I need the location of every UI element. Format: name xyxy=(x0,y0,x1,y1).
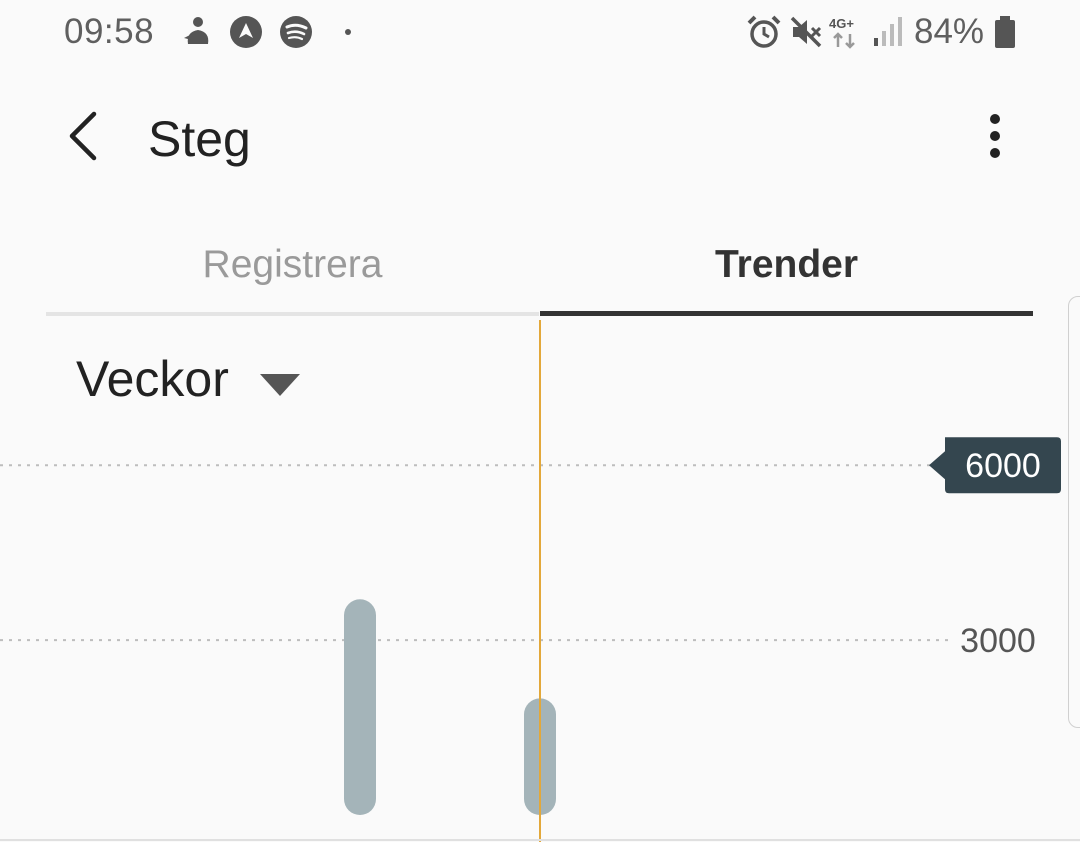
alarm-icon xyxy=(747,15,781,48)
navigation-app-icon xyxy=(230,16,262,48)
signal-icon xyxy=(874,17,902,46)
more-vert-icon xyxy=(990,114,1000,124)
bar-0[interactable] xyxy=(344,599,376,815)
battery-icon xyxy=(995,16,1015,48)
notification-app-icon xyxy=(184,17,209,44)
period-value: Veckor xyxy=(76,351,229,407)
tab-registrera[interactable]: Registrera xyxy=(46,220,539,316)
app-bar: Steg xyxy=(0,80,1080,200)
bar-group xyxy=(344,599,556,815)
goal-label: 6000 xyxy=(965,447,1041,485)
bottom-divider xyxy=(0,839,1080,841)
tab-trender[interactable]: Trender xyxy=(540,220,1033,316)
back-arrow-icon xyxy=(69,111,97,161)
dot-icon xyxy=(345,29,351,35)
status-bar: 09:58 4G+ 84% xyxy=(0,0,1080,70)
side-panel-edge[interactable] xyxy=(1068,296,1080,728)
more-options-button[interactable] xyxy=(970,108,1020,164)
network-4g-icon: 4G+ xyxy=(829,16,855,49)
svg-text:4G+: 4G+ xyxy=(829,16,854,31)
gridline-label-3000: 3000 xyxy=(960,622,1036,660)
goal-badge: 6000 xyxy=(929,437,1061,494)
page-title: Steg xyxy=(148,111,251,167)
tab-bar: Registrera Trender xyxy=(46,220,1033,316)
spotify-icon xyxy=(280,16,312,48)
status-time: 09:58 xyxy=(64,12,155,51)
back-button[interactable] xyxy=(56,108,112,164)
period-dropdown[interactable]: Veckor xyxy=(76,350,300,414)
battery-percentage: 84% xyxy=(914,12,985,51)
mute-icon xyxy=(790,16,822,48)
dropdown-arrow-icon xyxy=(260,374,300,396)
